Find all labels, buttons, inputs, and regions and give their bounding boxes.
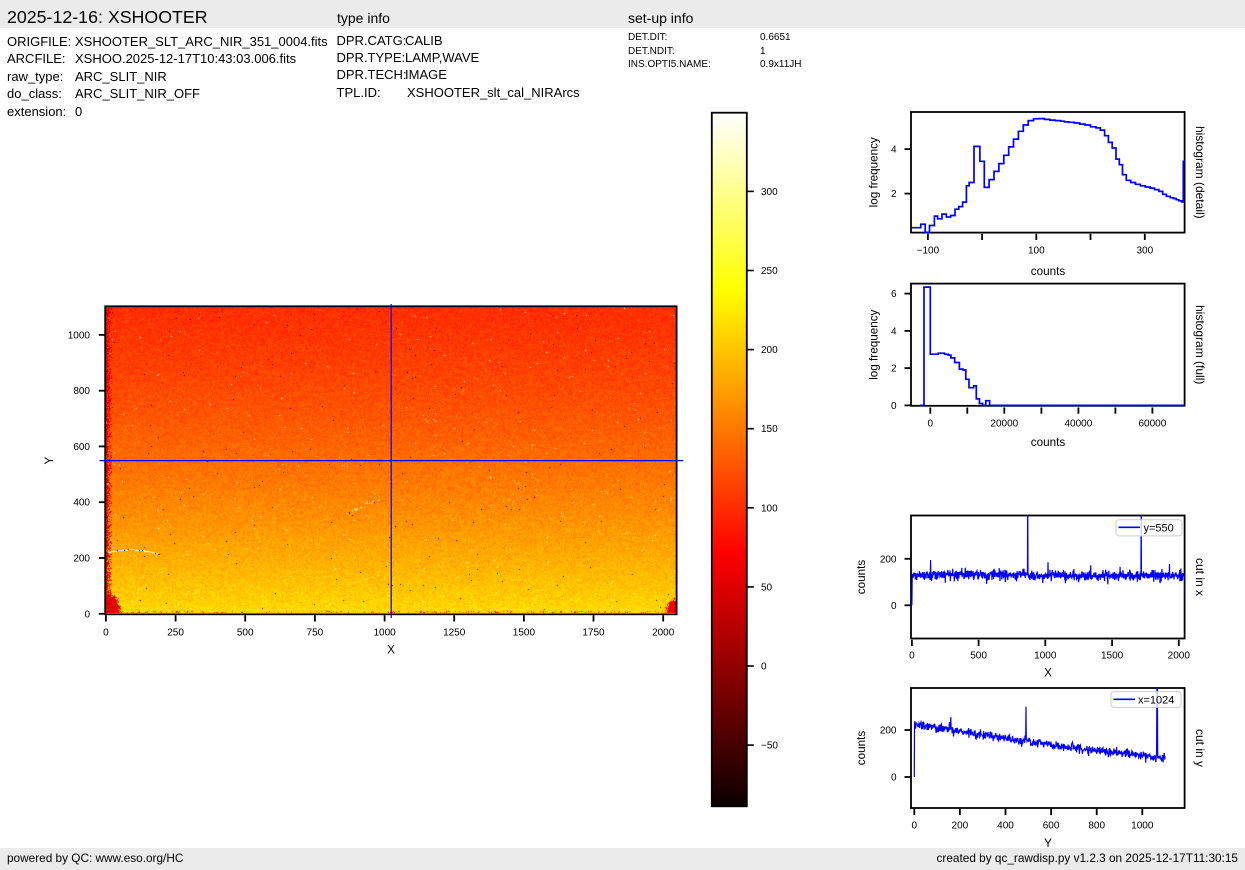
svg-text:log frequency: log frequency [868,309,881,379]
svg-text:60000: 60000 [1138,419,1166,430]
svg-text:50: 50 [761,582,773,593]
svg-text:2000: 2000 [652,628,675,639]
svg-text:x=1024: x=1024 [1138,694,1174,706]
svg-text:counts: counts [1031,265,1066,278]
svg-text:0: 0 [928,419,934,430]
svg-text:0: 0 [912,821,918,832]
svg-text:cut in x: cut in x [1193,558,1207,596]
svg-text:histogram (detail): histogram (detail) [1193,126,1207,219]
svg-text:2000: 2000 [1168,651,1191,662]
svg-text:0: 0 [909,651,915,662]
svg-text:800: 800 [73,386,90,397]
svg-text:X: X [387,644,395,657]
svg-text:100: 100 [761,503,778,514]
svg-text:1000: 1000 [1131,821,1154,832]
svg-text:histogram (full): histogram (full) [1193,305,1207,384]
svg-text:0: 0 [891,401,897,412]
svg-text:1500: 1500 [1101,651,1124,662]
svg-text:200: 200 [880,554,897,565]
svg-text:400: 400 [73,498,90,509]
svg-text:−50: −50 [761,741,778,752]
svg-text:100: 100 [1028,246,1045,257]
svg-text:500: 500 [237,628,254,639]
svg-text:1000: 1000 [373,628,396,639]
svg-text:250: 250 [167,628,184,639]
svg-text:400: 400 [997,821,1014,832]
svg-text:500: 500 [970,651,987,662]
svg-text:0: 0 [891,773,897,784]
svg-text:2: 2 [891,364,897,375]
svg-text:250: 250 [761,266,778,277]
svg-text:200: 200 [880,726,897,737]
svg-text:counts: counts [855,560,868,595]
svg-text:750: 750 [307,628,324,639]
svg-text:0: 0 [891,601,897,612]
svg-text:2: 2 [891,189,897,200]
svg-text:0: 0 [761,662,767,673]
svg-text:200: 200 [952,821,969,832]
svg-text:counts: counts [855,731,868,766]
svg-text:X: X [1044,667,1052,680]
svg-text:200: 200 [761,345,778,356]
svg-text:600: 600 [1043,821,1060,832]
svg-text:1250: 1250 [443,628,466,639]
svg-text:Y: Y [43,456,56,464]
svg-text:−100: −100 [917,246,940,257]
svg-text:6: 6 [891,289,897,300]
svg-text:counts: counts [1031,436,1066,449]
svg-text:log frequency: log frequency [868,137,881,207]
svg-text:4: 4 [891,145,897,156]
svg-text:300: 300 [1136,246,1153,257]
svg-text:40000: 40000 [1064,419,1092,430]
svg-text:1000: 1000 [1034,651,1057,662]
svg-text:1500: 1500 [513,628,536,639]
svg-text:150: 150 [761,424,778,435]
svg-text:20000: 20000 [990,419,1018,430]
svg-text:200: 200 [73,554,90,565]
svg-text:800: 800 [1088,821,1105,832]
svg-text:0: 0 [84,609,90,620]
svg-text:0: 0 [103,628,109,639]
svg-text:4: 4 [891,326,897,337]
svg-text:Y: Y [1044,837,1052,850]
svg-text:1750: 1750 [582,628,605,639]
svg-text:cut in y: cut in y [1193,729,1207,767]
svg-text:y=550: y=550 [1144,522,1174,534]
svg-text:1000: 1000 [68,330,91,341]
svg-text:300: 300 [761,187,778,198]
svg-text:600: 600 [73,442,90,453]
